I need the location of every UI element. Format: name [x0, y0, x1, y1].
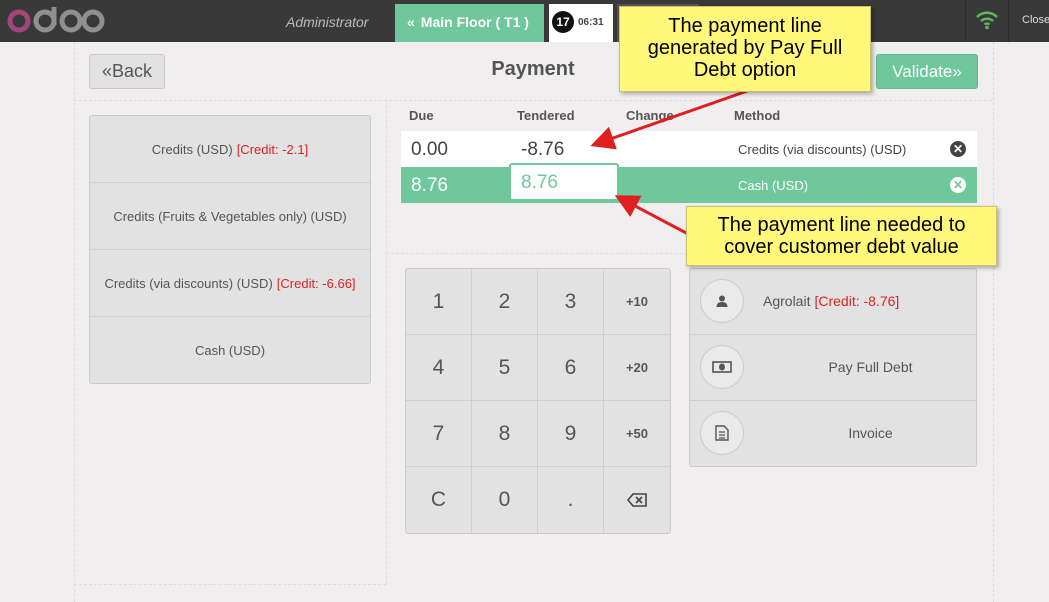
callout-arrows	[590, 88, 751, 237]
callout-line: cover customer debt value	[724, 236, 959, 258]
annotation-callout: The payment line generated by Pay Full D…	[619, 6, 871, 92]
annotation-callout: The payment line needed to cover custome…	[686, 206, 997, 266]
callout-line: The payment line needed to	[717, 214, 966, 236]
callout-arrow	[590, 88, 751, 150]
callout-line: The payment line	[668, 15, 822, 37]
callout-arrow	[614, 195, 691, 237]
callout-line: generated by Pay Full	[647, 37, 843, 59]
callout-line: Debt option	[693, 59, 797, 81]
